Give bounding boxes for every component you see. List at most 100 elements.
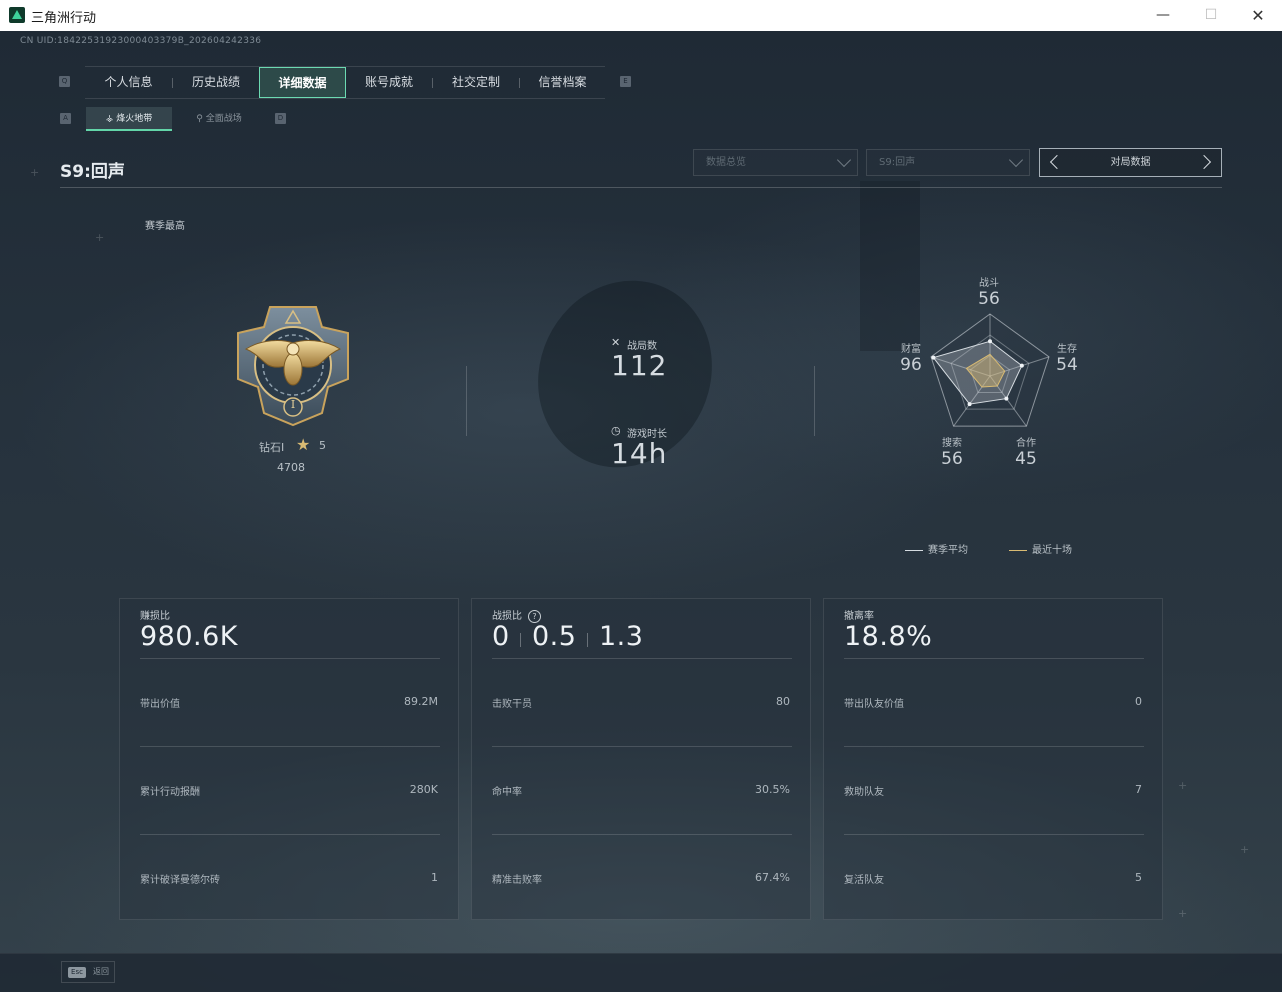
row-value: 67.4% [755,871,790,884]
row-label: 带出价值 [140,699,180,710]
tab-social[interactable]: 社交定制 [433,67,519,98]
radar-label-cooperation: 合作 [1016,438,1036,449]
value-separator [520,633,521,647]
tab-credit[interactable]: 信誉档案 [520,67,605,98]
window-titlebar: 三角洲行动 — ☐ ✕ [0,0,1282,32]
row-value: 30.5% [755,783,790,796]
row-label: 累计破译曼德尔砖 [140,875,220,886]
background-tower [860,181,920,351]
row-value: 0 [1135,695,1142,708]
card-divider [492,658,792,659]
subtab-label: 全面战场 [205,114,242,124]
tab-achievements[interactable]: 账号成就 [346,67,432,98]
star-icon: ★ [296,435,311,454]
main-tabbar: 个人信息 历史战绩 详细数据 账号成就 社交定制 信誉档案 [85,66,605,99]
chevron-down-icon [836,152,852,168]
back-button[interactable]: Esc 返回 [61,961,115,983]
row-value: 5 [1135,871,1142,884]
subtab-hazard-zone[interactable]: ⚶ 烽火地带 [86,107,172,131]
window-title: 三角洲行动 [31,11,97,26]
row-label: 击败干员 [492,699,532,710]
profit-loss-card: 赚损比 980.6K 带出价值 89.2M 累计行动报酬 280K 累计破译曼德… [119,598,459,920]
row-label: 复活队友 [844,875,884,886]
row-label: 带出队友价值 [844,699,904,710]
radar-chart [930,313,1050,427]
card-divider [492,746,792,747]
back-label: 返回 [93,967,109,976]
next-subtab-key-hint[interactable]: D [275,113,286,124]
tab-detailed-data[interactable]: 详细数据 [259,67,346,98]
rank-name: 钻石I [259,441,285,454]
decor-plus-icon: + [1178,779,1188,792]
card-big-value: 980.6K [140,621,239,652]
stopwatch-icon: ◷ [611,424,621,437]
radar-label-survival: 生存 [1057,344,1077,355]
season-dropdown[interactable]: S9:回声 [866,149,1030,176]
legend-recent-ten: 最近十场 [1009,541,1072,556]
radar-point [1004,396,1009,401]
section-divider [814,366,815,436]
kd-ratio-card: 战损比? 0 0.5 1.3 击败干员 80 命中率 30.5% 精准击败率 6… [471,598,811,920]
card-divider [140,834,440,835]
card-divider [844,834,1144,835]
subtab-warfare[interactable]: ⚲ 全面战场 [176,107,262,131]
tab-personal-info[interactable]: 个人信息 [85,67,172,98]
tab-history[interactable]: 历史战绩 [173,67,259,98]
dropdown-value: S9:回声 [879,157,916,168]
radar-value-wealth: 96 [900,355,922,375]
value-separator [587,633,588,647]
data-overview-dropdown[interactable]: 数据总览 [693,149,858,176]
close-button[interactable]: ✕ [1235,0,1281,31]
decor-plus-icon: + [1178,907,1188,920]
decor-plus-icon: + [30,166,40,179]
kd-value-1: 0 [492,621,510,652]
row-label: 救助队友 [844,787,884,798]
row-value: 89.2M [404,695,438,708]
radar-label-search: 搜索 [942,438,962,449]
card-divider [140,658,440,659]
radar-point [967,402,972,407]
kd-value-3: 1.3 [599,621,644,652]
game-viewport: + + + + + CN UID:18422531923000403379B_2… [0,31,1282,992]
rank-star-count: 5 [319,439,326,452]
prev-subtab-key-hint[interactable]: A [60,113,71,124]
header-divider [60,187,1222,188]
decor-plus-icon: + [95,231,105,244]
radar-label-wealth: 财富 [901,344,921,355]
next-tab-key-hint[interactable]: E [620,76,631,87]
card-title: 撤离率 [844,611,874,622]
legend-swatch [1009,549,1027,551]
maximize-button[interactable]: ☐ [1188,0,1234,31]
row-value: 7 [1135,783,1142,796]
radar-point [931,355,936,360]
prev-tab-key-hint[interactable]: Q [59,76,70,87]
season-title: S9:回声 [60,162,125,182]
minimize-button[interactable]: — [1140,0,1186,31]
row-label: 命中率 [492,787,522,798]
matches-value: 112 [611,349,668,382]
esc-key-icon: Esc [68,967,86,978]
hazard-zone-icon: ⚶ [105,114,117,124]
card-big-value: 18.8% [844,621,933,652]
radar-value-survival: 54 [1056,355,1078,375]
pager-label: 对局数据 [1110,157,1151,168]
season-high-label: 赛季最高 [145,221,185,232]
row-label: 精准击败率 [492,875,542,886]
radar-value-search: 56 [941,449,963,469]
row-label: 累计行动报酬 [140,787,200,798]
rank-score: 4708 [277,461,305,474]
legend-swatch [905,549,923,551]
row-value: 1 [431,871,438,884]
radar-value-combat: 56 [978,289,1000,309]
radar-label-combat: 战斗 [979,278,999,289]
card-divider [492,834,792,835]
rank-numeral: I [290,398,296,411]
match-data-pager: 对局数据 [1039,148,1222,177]
user-uid: CN UID:18422531923000403379B_20260424233… [20,36,262,46]
crossed-swords-icon: ✕ [611,336,621,349]
legend-label: 最近十场 [1032,545,1072,556]
app-logo-icon [9,7,25,23]
warfare-icon: ⚲ [196,114,206,124]
section-divider [466,366,467,436]
legend-season-avg: 赛季平均 [905,541,968,556]
